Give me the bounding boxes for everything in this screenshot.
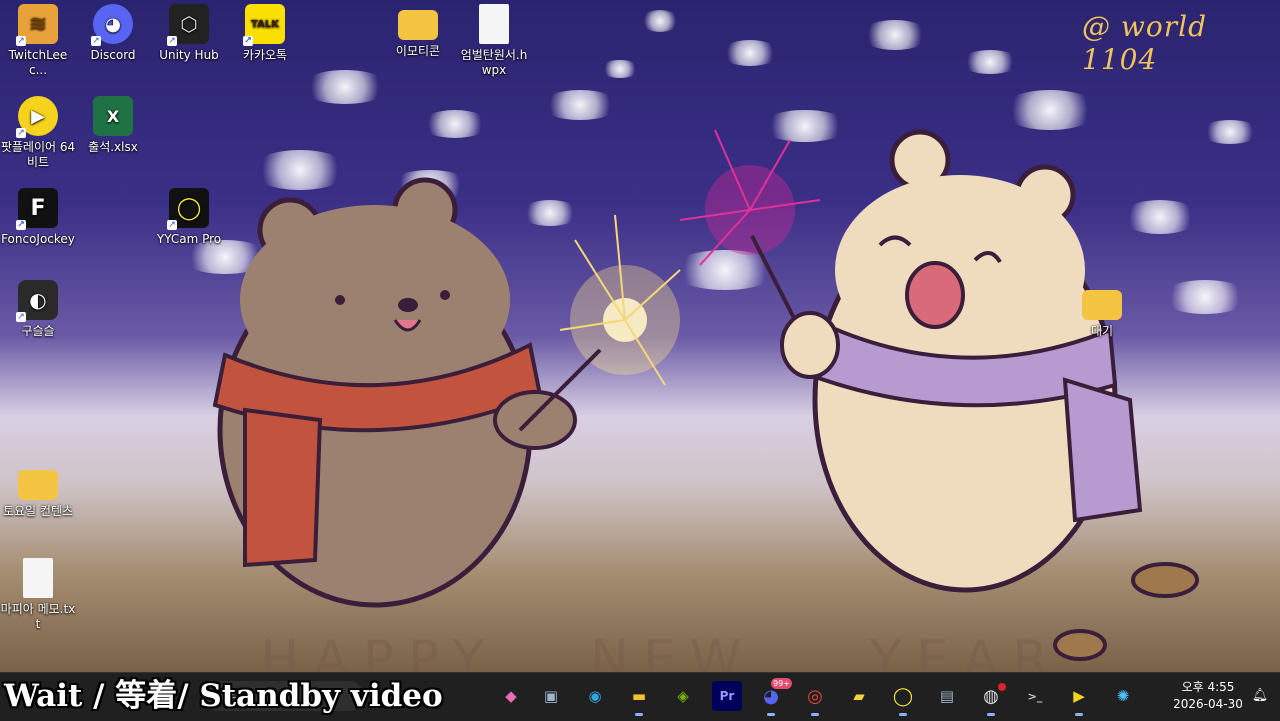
taskbar-potplayer-icon[interactable]: ▶ (1064, 681, 1094, 716)
taskbar-yycam-icon[interactable]: ◯ (888, 681, 918, 716)
desktop-icon-yycam[interactable]: ◯ ↗ YYCam Pro (151, 188, 227, 247)
desktop-icon-excel-attendance[interactable]: X 출석.xlsx (75, 96, 151, 155)
cream-bear (750, 129, 1199, 661)
sparkler-left (559, 214, 681, 386)
notification-bell-icon[interactable]: 🔔︎ (1250, 686, 1270, 706)
folder-icon (1082, 290, 1122, 320)
desktop-icon-unity-hub[interactable]: ⬡ ↗ Unity Hub (151, 4, 227, 63)
desktop-icon-kakaotalk[interactable]: TALK ↗ 카카오톡 (227, 4, 303, 63)
desktop-icon-label: Unity Hub (159, 48, 219, 62)
taskbar-chrome-icon[interactable]: ◎ (800, 681, 830, 716)
brown-bear (212, 177, 602, 608)
taskbar-file-explorer-icon[interactable]: ▬ (624, 681, 654, 716)
foncojockey-icon: F ↗ (16, 188, 58, 230)
desktop-icon-label: 대기 (1090, 324, 1114, 338)
taskbar-obs-icon[interactable]: ◍ (976, 681, 1006, 716)
recording-indicator-icon (998, 683, 1006, 691)
taskbar-sticky-notes-icon[interactable]: ▰ (844, 681, 874, 711)
desktop-icon-label: 엄벌탄원서.hwpx (460, 48, 528, 77)
desktop-icon-saturday-folder[interactable]: 토요일 컨텐츠 (0, 464, 76, 519)
standby-overlay-caption: Wait / 等着/ Standby video (4, 678, 443, 714)
discord-notification-badge: 99+ (771, 678, 792, 689)
desktop-icon-label: FoncoJockey (1, 232, 75, 246)
desktop-icon-label: 이모티콘 (395, 44, 441, 58)
desktop-icon-discord[interactable]: ◕ ↗ Discord (75, 4, 151, 63)
taskbar-discord-icon[interactable]: ◕ 99+ (756, 678, 792, 716)
taskbar-remote-desktop-icon[interactable]: ▤ (932, 681, 962, 711)
desktop-wallpaper: @ world 1104 HAPPY NEW YEAR ≋ ↗ TwitchLe… (0, 0, 1280, 672)
unity-hub-icon: ⬡ ↗ (167, 4, 209, 46)
beach-writing-new: NEW (590, 630, 756, 672)
desktop-icon-label: 토요일 컨텐츠 (2, 504, 74, 518)
app-icon: ◐ ↗ (16, 280, 58, 322)
beach-writing-happy: HAPPY (260, 630, 499, 672)
desktop-icon-hwpx-document[interactable]: 엄벌탄원서.hwpx (456, 4, 532, 78)
text-file-icon (23, 558, 53, 598)
desktop-icon-emoticon-folder[interactable]: 이모티콘 (380, 4, 456, 59)
desktop-icon-foncojockey[interactable]: F ↗ FoncoJockey (0, 188, 76, 247)
taskbar-paint-icon[interactable]: ✺ (1108, 681, 1138, 711)
clock-date: 2026-04-30 (1173, 697, 1243, 711)
desktop-icon-potplayer[interactable]: ▶ ↗ 팟플레이어 64 비트 (0, 96, 76, 170)
system-clock[interactable]: 오후 4:55 2026-04-30 (1168, 679, 1248, 713)
desktop-icon-label: 출석.xlsx (88, 140, 138, 154)
taskbar-nvidia-icon[interactable]: ◈ (668, 681, 698, 711)
taskbar-premiere-pro-icon[interactable]: Pr (712, 681, 742, 711)
kakaotalk-icon: TALK ↗ (243, 4, 285, 46)
folder-icon (398, 10, 438, 40)
desktop-icon-label: 구슬슬 (21, 324, 55, 338)
potplayer-icon: ▶ ↗ (16, 96, 58, 138)
desktop-icon-mafia-memo[interactable]: 마피아 메모.txt (0, 558, 76, 632)
desktop-icon-label: 마피아 메모.txt (0, 602, 76, 631)
taskbar-terminal-icon[interactable]: >_ (1020, 681, 1050, 711)
desktop-icon-app[interactable]: ◐ ↗ 구슬슬 (0, 280, 76, 339)
desktop-icon-label: YYCam Pro (156, 232, 222, 246)
beach-writing-year: YEAR (870, 630, 1063, 672)
desktop-icon-label: Discord (90, 48, 136, 62)
discord-icon: ◕ ↗ (91, 4, 133, 46)
excel-icon: X (93, 96, 133, 136)
twitch-leecher-icon: ≋ ↗ (16, 4, 58, 46)
sparkler-right (679, 129, 821, 266)
desktop-icon-standby-folder[interactable]: 대기 (1064, 284, 1140, 339)
desktop-icon-label: TwitchLeec... (8, 48, 68, 77)
taskbar-task-view-icon[interactable]: ▣ (536, 681, 566, 711)
document-icon (479, 4, 509, 44)
desktop-icon-label: 팟플레이어 64 비트 (0, 140, 76, 169)
folder-icon (18, 470, 58, 500)
taskbar-copilot-icon[interactable]: ◆ (496, 681, 526, 711)
taskbar-edge-icon[interactable]: ◉ (580, 681, 610, 711)
desktop-icon-label: 카카오톡 (242, 48, 288, 62)
desktop-icon-twitchleecher[interactable]: ≋ ↗ TwitchLeec... (0, 4, 76, 78)
clock-time: 오후 4:55 (1181, 680, 1235, 694)
yycam-icon: ◯ ↗ (167, 188, 209, 230)
